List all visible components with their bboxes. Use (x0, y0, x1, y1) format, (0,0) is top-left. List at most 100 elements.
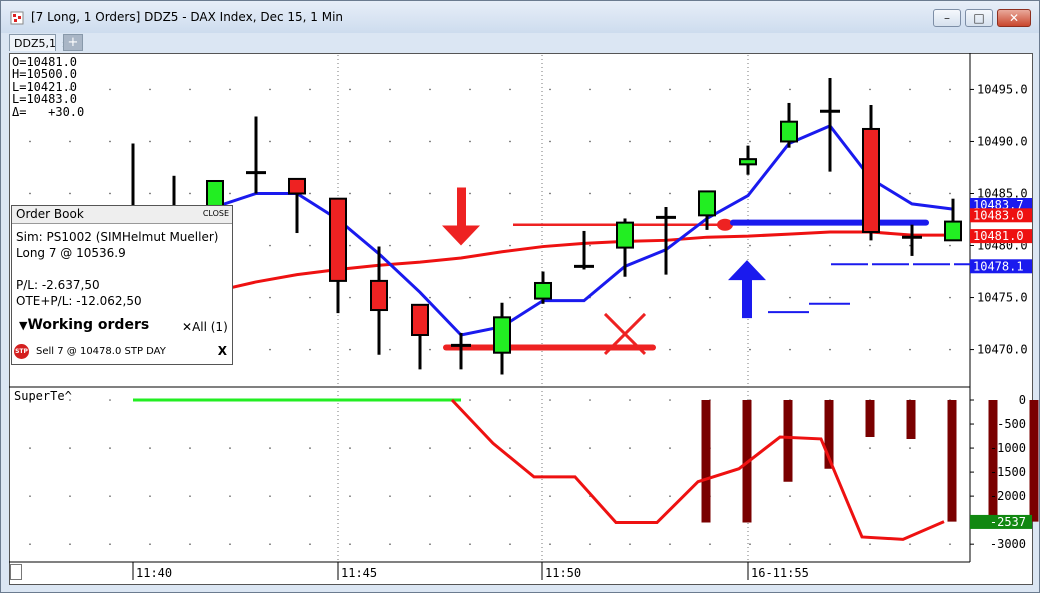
price-tick-label: 10470.0 (977, 343, 1028, 357)
order-book-close-button[interactable]: CLOSE (203, 209, 229, 218)
grid-dot (269, 244, 271, 247)
grid-dot (189, 495, 191, 497)
grid-dot (589, 192, 591, 195)
grid-dot (389, 192, 391, 195)
grid-dot (669, 495, 671, 497)
grid-dot (29, 140, 31, 143)
grid-dot (749, 140, 751, 143)
grid-dot (709, 348, 711, 351)
grid-dot (469, 399, 471, 401)
grid-dot (349, 244, 351, 247)
grid-dot (29, 495, 31, 497)
grid-dot (429, 495, 431, 497)
grid-dot (909, 296, 911, 299)
grid-dot (109, 192, 111, 195)
grid-dot (149, 192, 151, 195)
order-row[interactable]: STP Sell 7 @ 10478.0 STP DAY X (14, 344, 230, 360)
grid-dot (269, 543, 271, 545)
grid-dot (109, 399, 111, 401)
candle-body (370, 279, 388, 312)
grid-dot (429, 244, 431, 247)
grid-dot (349, 348, 351, 351)
candle-body (862, 127, 880, 233)
grid-dot (669, 543, 671, 545)
grid-dot (589, 140, 591, 143)
grid-dot (389, 88, 391, 91)
price-label: 10481.0 (973, 229, 1024, 243)
grid-dot (469, 296, 471, 299)
grid-dot (69, 447, 71, 449)
grid-dot (949, 192, 951, 195)
grid-dot (669, 192, 671, 195)
time-tick-label: 16-11:55 (751, 566, 809, 580)
order-book-panel[interactable]: Order Book CLOSE Sim: PS1002 (SIMHelmut … (11, 205, 233, 365)
grid-dot (829, 244, 831, 247)
grid-dot (749, 88, 751, 91)
cancel-order-button[interactable]: X (218, 344, 227, 358)
grid-dot (189, 192, 191, 195)
grid-dot (589, 447, 591, 449)
grid-dot (789, 543, 791, 545)
grid-dot (389, 495, 391, 497)
grid-dot (389, 296, 391, 299)
grid-dot (149, 447, 151, 449)
grid-dot (509, 543, 511, 545)
grid-dot (69, 495, 71, 497)
grid-dot (29, 543, 31, 545)
time-tick-label: 11:50 (545, 566, 581, 580)
working-orders-toggle[interactable]: ▼Working orders (19, 317, 149, 333)
working-orders-label: Working orders (27, 317, 150, 333)
line-handle (717, 218, 733, 231)
indicator-tick-label: -1500 (990, 465, 1026, 479)
grid-dot (909, 140, 911, 143)
grid-dot (469, 244, 471, 247)
grid-dot (109, 495, 111, 497)
grid-dot (549, 543, 551, 545)
grid-dot (909, 88, 911, 91)
grid-dot (309, 192, 311, 195)
time-tick-label: 11:40 (136, 566, 172, 580)
price-tick-label: 10495.0 (977, 82, 1028, 96)
grid-dot (349, 192, 351, 195)
grid-dot (789, 244, 791, 247)
grid-dot (229, 543, 231, 545)
candle-body (534, 281, 552, 300)
grid-dot (549, 140, 551, 143)
grid-dot (629, 495, 631, 497)
grid-dot (349, 495, 351, 497)
cancel-all-button[interactable]: ✕All (1) (182, 320, 228, 334)
grid-dot (229, 192, 231, 195)
candle-body (944, 220, 962, 242)
indicator-tick-label: -1000 (990, 441, 1026, 455)
grid-dot (349, 88, 351, 91)
grid-dot (669, 348, 671, 351)
grid-dot (949, 348, 951, 351)
grid-dot (469, 447, 471, 449)
grid-dot (189, 88, 191, 91)
time-axis: 11:40 11:45 11:50 16-11:55 (132, 562, 809, 580)
grid-dot (669, 447, 671, 449)
grid-dot (909, 348, 911, 351)
grid-dot (549, 399, 551, 401)
grid-dot (269, 495, 271, 497)
grid-dot (869, 495, 871, 497)
grid-dot (29, 447, 31, 449)
grid-dot (549, 495, 551, 497)
grid-dot (869, 88, 871, 91)
candle-body (288, 177, 306, 195)
grid-dot (509, 447, 511, 449)
grid-dot (589, 399, 591, 401)
grid-dot (949, 543, 951, 545)
ohlc-delta: Δ= +30.0 (12, 104, 85, 119)
grid-dot (189, 543, 191, 545)
ote-pl-label: OTE+P/L: -12.062,50 (16, 294, 142, 308)
grid-dot (309, 495, 311, 497)
price-label: 10478.1 (973, 259, 1024, 273)
grid-dot (469, 88, 471, 91)
up-arrow-icon (728, 260, 766, 319)
grid-dot (829, 192, 831, 195)
grid-dot (869, 447, 871, 449)
status-box[interactable] (10, 564, 22, 580)
grid-dot (909, 543, 911, 545)
order-book-header[interactable]: Order Book CLOSE (12, 206, 232, 224)
